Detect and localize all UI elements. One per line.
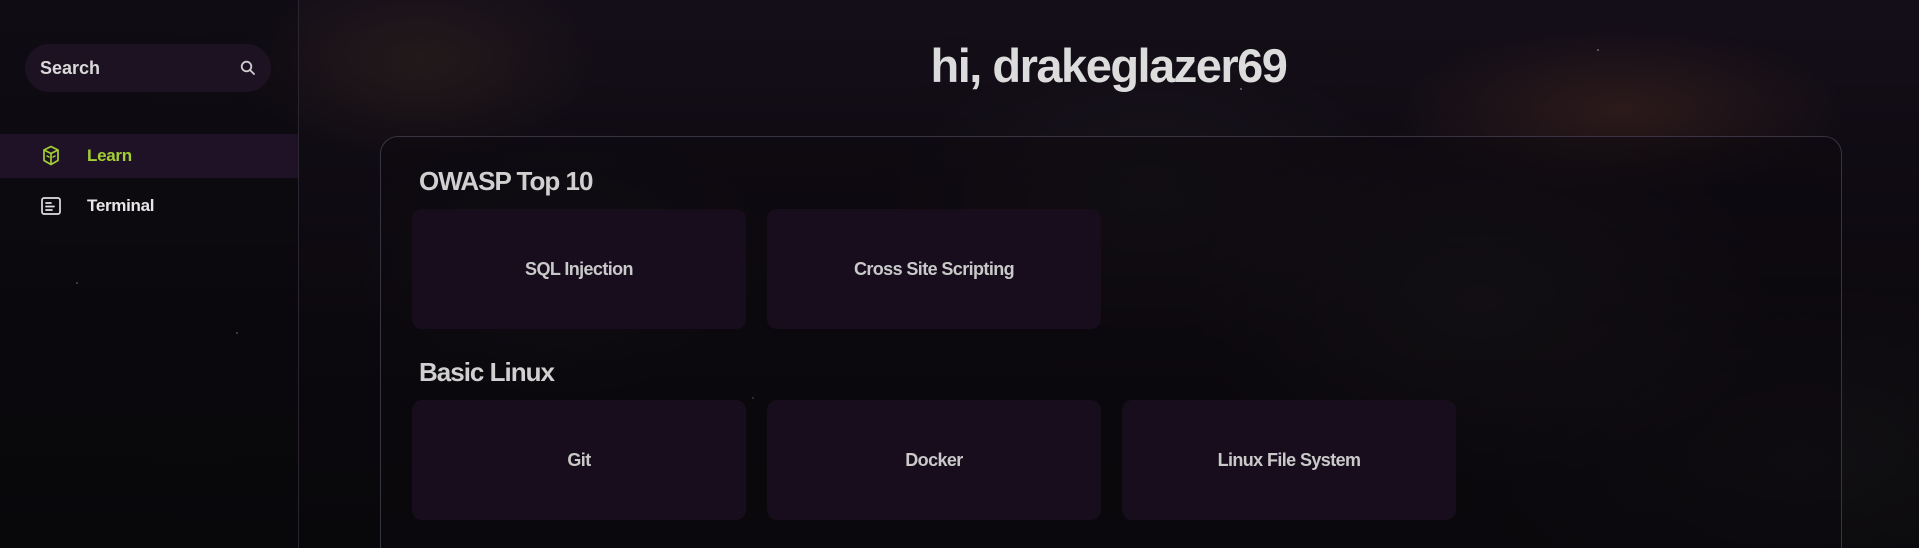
- course-card-label: Git: [567, 449, 591, 470]
- sidebar-item-label: Terminal: [87, 196, 155, 215]
- sidebar-item-terminal[interactable]: Terminal: [0, 184, 298, 228]
- sidebar-item-label: Learn: [87, 146, 132, 165]
- page-title: hi, drakeglazer69: [930, 39, 1288, 92]
- course-card-linux-file-system[interactable]: Linux File System: [1122, 400, 1456, 520]
- sidebar: Search Learn Terminal: [0, 0, 299, 548]
- section-title: Basic Linux: [419, 357, 555, 387]
- search-icon[interactable]: [239, 59, 257, 77]
- course-card-docker[interactable]: Docker: [767, 400, 1101, 520]
- course-card-git[interactable]: Git: [412, 400, 746, 520]
- course-card-label: Linux File System: [1217, 449, 1361, 470]
- course-card-sql-injection[interactable]: SQL Injection: [412, 209, 746, 329]
- terminal-window-icon: [41, 197, 61, 215]
- search-label: Search: [40, 57, 101, 78]
- course-card-label: SQL Injection: [525, 258, 633, 279]
- book-stack-icon: [43, 145, 59, 166]
- course-card-label: Docker: [905, 449, 963, 470]
- section-title: OWASP Top 10: [419, 166, 593, 196]
- course-card-label: Cross Site Scripting: [853, 258, 1015, 279]
- course-card-cross-site-scripting[interactable]: Cross Site Scripting: [767, 209, 1101, 329]
- sidebar-item-learn[interactable]: Learn: [0, 134, 298, 178]
- courses-panel: OWASP Top 10 SQL Injection Cross Site Sc…: [380, 136, 1842, 548]
- search-input[interactable]: Search: [25, 44, 271, 92]
